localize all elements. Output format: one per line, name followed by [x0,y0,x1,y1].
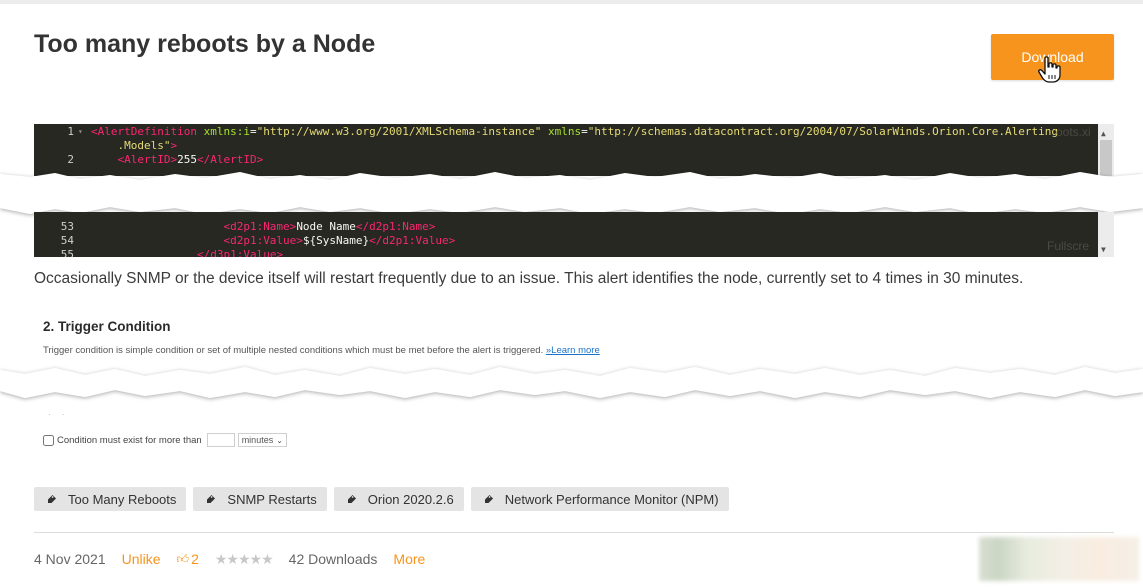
tag-chip[interactable]: Network Performance Monitor (NPM) [470,487,729,511]
line-number: 54 [60,234,74,247]
code-line: 53 <d2p1:Name>Node Name</d2p1:Name> [34,220,1096,234]
divider [34,532,1114,533]
star-icon[interactable]: ★ [215,551,228,567]
unlike-link[interactable]: Unlike [122,551,161,567]
code-token: ${SysName} [302,234,370,247]
line-number: 55 [60,248,74,257]
code-text: <AlertDefinition xmlns:i="http://www.w3.… [91,125,1058,139]
line-number: 53 [60,220,74,233]
duration-unit-value: minutes [241,435,274,445]
code-text: .Models"> [91,139,177,153]
more-link[interactable]: More [393,551,425,567]
fold-toggle-icon[interactable]: ▾ [78,125,83,139]
code-token: = [581,125,588,138]
tag-chip[interactable]: Too Many Reboots [34,487,187,511]
code-token: <d2p1:Value> [223,234,303,247]
thumbs-up-icon: 👍︎ [176,551,190,566]
code-line: 55 </d3p1:Value> [34,248,1096,257]
code-line: 54 <d2p1:Value>${SysName}</d2p1:Value> [34,234,1096,248]
trigger-condition-heading: 2. Trigger Condition [43,319,171,334]
scroll-up-icon[interactable]: ▲ [1101,127,1106,141]
code-token: </d2p1:Value> [369,234,456,247]
code-token: "http://www.w3.org/2001/XMLSchema-instan… [256,125,542,138]
code-line: .Models"> [34,139,1096,153]
code-token: xmlns [541,125,582,138]
code-token: > [170,139,178,152]
condition-duration-label: Condition must exist for more than [57,434,202,446]
code-text: </d3p1:Value> [91,248,283,257]
ghost-text: oots.xi [1056,125,1091,139]
code-token: </d3p1:Value> [196,248,284,257]
code-token: "http://schemas.datacontract.org/2004/07… [587,125,1058,138]
tag-label: Orion 2020.2.6 [367,491,454,507]
code-line: 1 ▾ <AlertDefinition xmlns:i="http://www.w… [34,125,1096,139]
code-token: <AlertDefinition [91,125,197,138]
code-token: = [249,125,257,138]
description-text: Occasionally SNMP or the device itself w… [34,270,1024,287]
code-lines: 53 <d2p1:Name>Node Name</d2p1:Name> 54 <d… [34,220,1096,257]
tag-chip[interactable]: Orion 2020.2.6 [333,487,464,511]
code-scrollbar[interactable]: ▼ [1098,212,1114,257]
star-icon[interactable]: ★ [238,551,251,567]
download-count: 42 Downloads [288,551,378,567]
code-token: </d2p1:Name> [355,220,436,233]
hand-pointer-icon [1038,56,1061,83]
tag-icon [207,495,216,503]
duration-input[interactable] [206,433,235,447]
code-token: .Models" [91,139,171,152]
page: Too many reboots by a Node Download 1 ▾ <A… [0,0,1143,587]
tag-icon [347,495,356,503]
page-title: Too many reboots by a Node [34,30,376,58]
chevron-down-icon: ⌄ [276,435,283,445]
frame-top [0,0,1143,4]
post-date: 4 Nov 2021 [34,551,106,567]
code-token: <d2p1:Name> [223,220,297,233]
faded-fragment: · · [48,410,65,419]
torn-edge-divider [0,367,1143,398]
tag-chip[interactable]: SNMP Restarts [193,487,327,511]
tag-label: SNMP Restarts [227,491,317,507]
meta-bar: 4 Nov 2021 Unlike 👍︎ 2 ★★★★★ 42 Download… [34,550,425,568]
tag-list: Too Many Reboots SNMP Restarts Orion 2020.… [34,487,729,511]
star-icon[interactable]: ★ [226,551,239,567]
blurred-thumbnail [979,537,1139,581]
star-icon[interactable]: ★ [250,551,263,567]
code-editor-bottom[interactable]: 53 <d2p1:Name>Node Name</d2p1:Name> 54 <d… [34,212,1114,257]
code-token: xmlns:i [196,125,250,138]
like-count: 2 [191,551,199,567]
condition-duration-row: Condition must exist for more than minut… [43,432,287,448]
condition-duration-checkbox[interactable] [43,434,54,446]
rating-stars[interactable]: ★★★★★ [215,551,274,568]
line-number: 1 [67,125,74,138]
code-text: <d2p1:Name>Node Name</d2p1:Name> [91,220,435,234]
duration-unit-select[interactable]: minutes ⌄ [237,433,287,447]
fullscreen-label[interactable]: Fullscre [1047,239,1089,253]
tag-icon [48,495,56,503]
star-icon[interactable]: ★ [261,551,274,567]
code-token: Node Name [296,220,356,233]
scroll-down-icon[interactable]: ▼ [1101,243,1106,257]
tag-label: Network Performance Monitor (NPM) [504,491,719,507]
code-text: <d2p1:Value>${SysName}</d2p1:Value> [91,234,455,248]
tag-icon [484,495,493,503]
tag-label: Too Many Reboots [68,491,177,507]
